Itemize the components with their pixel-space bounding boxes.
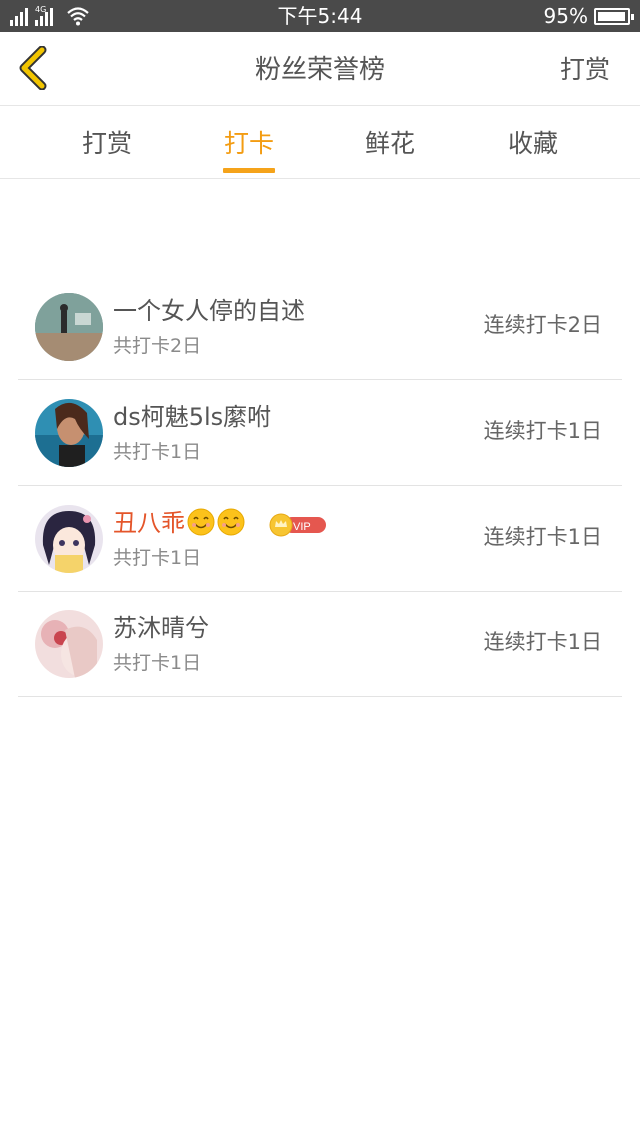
streak-label: 连续打卡1日 <box>483 419 602 443</box>
tab-flowers[interactable]: 鲜花 <box>340 128 440 160</box>
active-tab-indicator <box>223 168 275 173</box>
nav-bar: 粉丝荣誉榜 打赏 <box>0 32 640 106</box>
avatar <box>35 505 103 573</box>
status-bar: 4G 下午5:44 95% <box>0 0 640 32</box>
list-item[interactable]: 一个女人停的自述 共打卡2日 连续打卡2日 <box>18 274 622 380</box>
streak-label: 连续打卡1日 <box>483 630 602 654</box>
user-name: 丑八乖 <box>113 508 245 538</box>
user-name-text: 丑八乖 <box>113 509 185 537</box>
total-checkins: 共打卡1日 <box>113 652 202 674</box>
vip-badge-icon: VIP <box>269 513 326 537</box>
user-name: 苏沐晴兮 <box>113 614 209 642</box>
avatar <box>35 399 103 467</box>
battery-percent: 95% <box>543 4 588 28</box>
total-checkins: 共打卡1日 <box>113 547 202 569</box>
streak-label: 连续打卡1日 <box>483 525 602 549</box>
total-checkins: 共打卡2日 <box>113 335 202 357</box>
smile-emoji-icon <box>217 508 245 536</box>
tab-checkin[interactable]: 打卡 <box>199 128 299 160</box>
page-title: 粉丝荣誉榜 <box>254 55 385 85</box>
avatar <box>35 293 103 361</box>
user-name: 一个女人停的自述 <box>113 297 305 325</box>
vip-badge-text: VIP <box>293 521 311 533</box>
streak-label: 连续打卡2日 <box>483 313 602 337</box>
list-item[interactable]: 丑八乖 VIP 共打卡1日 连续打卡1日 <box>18 486 622 592</box>
avatar <box>35 610 103 678</box>
list-item[interactable]: 苏沐晴兮 共打卡1日 连续打卡1日 <box>18 591 622 697</box>
tab-reward[interactable]: 打赏 <box>57 128 157 160</box>
tab-bar: 打赏 打卡 鲜花 收藏 <box>0 106 640 179</box>
total-checkins: 共打卡1日 <box>113 441 202 463</box>
battery-icon <box>594 8 634 25</box>
user-name: ds柯魅5ls縻咐 <box>113 403 272 431</box>
tab-favorites[interactable]: 收藏 <box>483 128 583 160</box>
reward-button[interactable]: 打赏 <box>560 54 610 86</box>
list-item[interactable]: ds柯魅5ls縻咐 共打卡1日 连续打卡1日 <box>18 380 622 486</box>
smile-emoji-icon <box>187 508 215 536</box>
